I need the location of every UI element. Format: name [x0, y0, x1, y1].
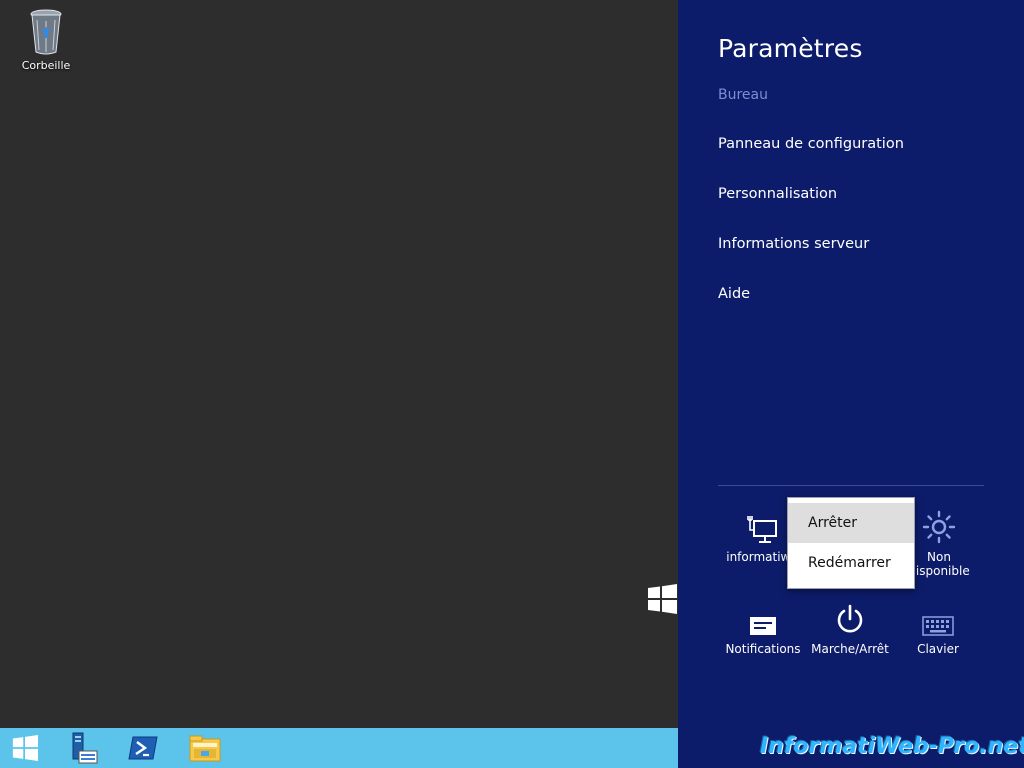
start-icon	[12, 735, 38, 761]
taskbar-powershell-button[interactable]	[118, 728, 168, 768]
link-help[interactable]: Aide	[718, 286, 750, 302]
charm-divider	[718, 485, 984, 486]
link-server-info[interactable]: Informations serveur	[718, 236, 869, 252]
notifications-icon	[750, 617, 776, 635]
keyboard-icon	[922, 616, 954, 636]
desktop: Corbeille	[0, 0, 678, 728]
powershell-icon	[128, 736, 158, 760]
settings-charm: Paramètres Bureau Panneau de configurati…	[678, 0, 1024, 768]
menu-item-restart[interactable]: Redémarrer	[788, 543, 914, 583]
link-control-panel[interactable]: Panneau de configuration	[718, 136, 904, 152]
recycle-bin-label: Corbeille	[21, 59, 71, 72]
watermark-text: InformatiWeb-Pro.net	[760, 734, 1024, 759]
power-icon	[837, 604, 863, 633]
taskbar-server-manager-button[interactable]	[57, 728, 107, 768]
tile-notifications-label: Notifications	[725, 642, 801, 656]
tile-power[interactable]: Marche/Arrêt	[807, 602, 893, 656]
windows-logo-icon	[648, 584, 677, 614]
brightness-sun-icon	[922, 510, 956, 544]
tile-power-label: Marche/Arrêt	[811, 642, 889, 656]
charm-context-label: Bureau	[718, 87, 768, 103]
recycle-bin-icon	[30, 9, 62, 55]
watermark-logo: InformatiWeb-Pro.net	[760, 734, 1024, 759]
taskbar-start-button[interactable]	[0, 728, 50, 768]
recycle-bin-shortcut[interactable]: Corbeille	[14, 6, 78, 72]
link-personalization[interactable]: Personnalisation	[718, 186, 837, 202]
file-explorer-icon	[189, 735, 221, 762]
power-options-menu: Arrêter Redémarrer	[787, 497, 915, 589]
network-monitor-icon	[747, 516, 777, 543]
charm-title: Paramètres	[718, 34, 863, 63]
tile-keyboard[interactable]: Clavier	[895, 602, 981, 656]
taskbar-file-explorer-button[interactable]	[180, 728, 230, 768]
taskbar	[0, 728, 678, 768]
tile-notifications[interactable]: Notifications	[720, 602, 806, 656]
start-hint-logo[interactable]	[646, 584, 678, 618]
tile-keyboard-label: Clavier	[917, 642, 959, 656]
menu-item-shutdown[interactable]: Arrêter	[788, 503, 914, 543]
server-manager-icon	[72, 732, 98, 764]
